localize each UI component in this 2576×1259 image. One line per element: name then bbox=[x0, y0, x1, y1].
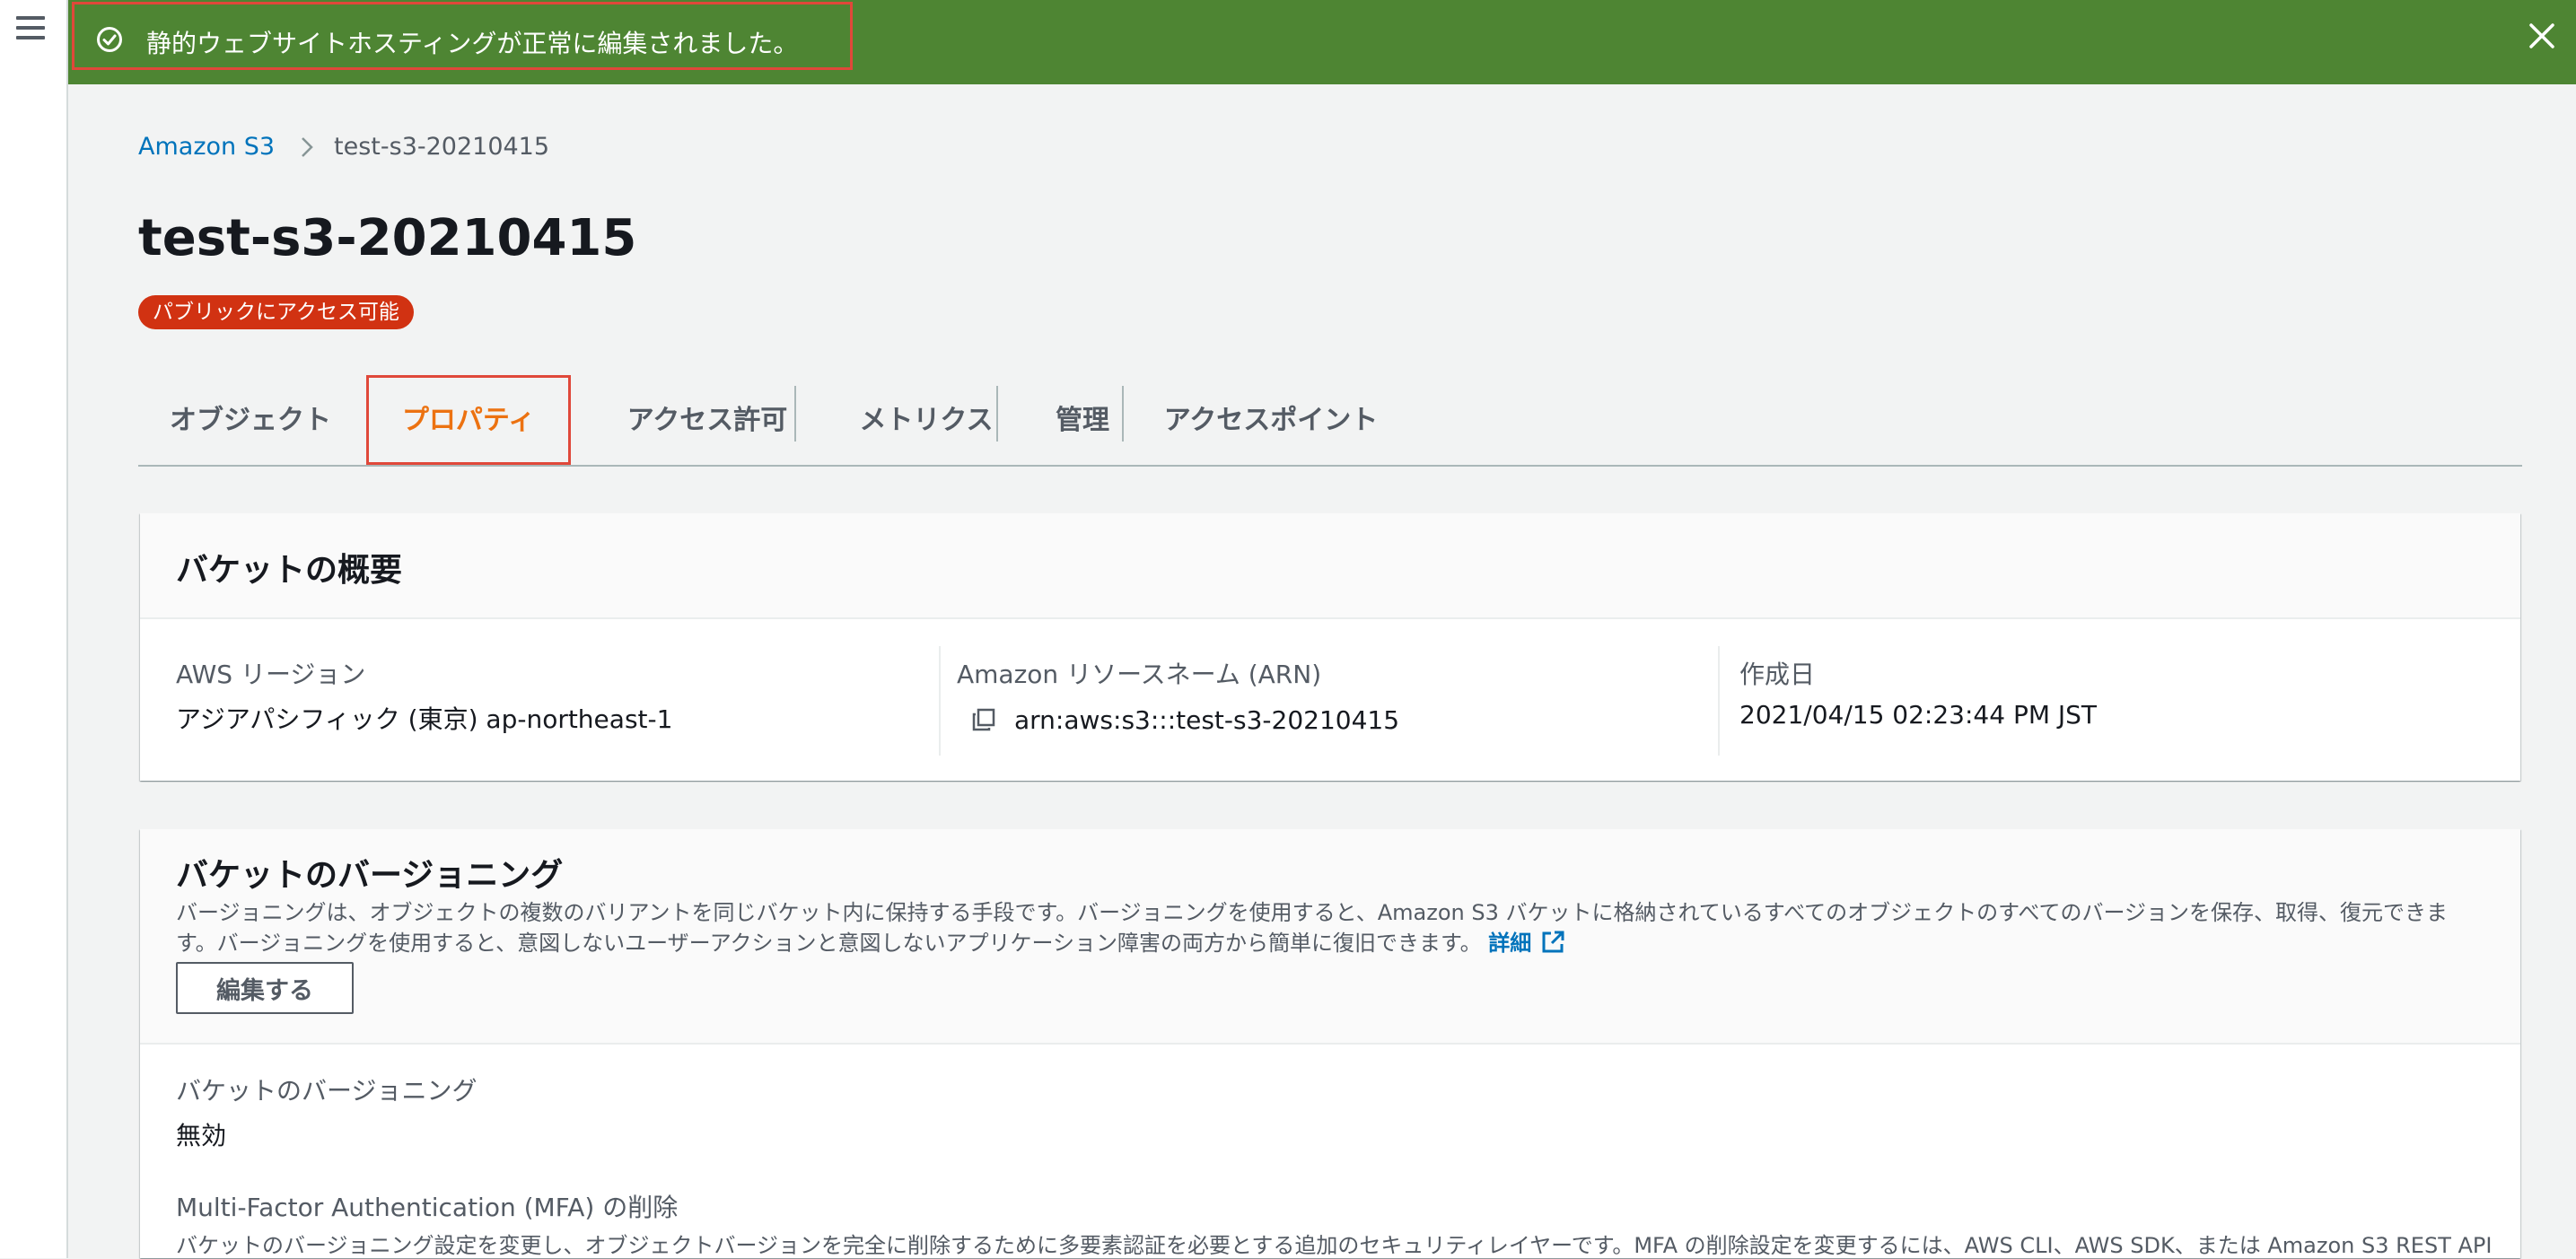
mfa-delete-description: バケットのバージョニング設定を変更し、オブジェクトバージョンを完全に削除するため… bbox=[176, 1233, 2493, 1258]
tab-management[interactable]: 管理 bbox=[1014, 370, 1151, 465]
tab-divider bbox=[1122, 386, 1124, 442]
bucket-versioning-card: バケットのバージョニング バージョニングは、オブジェクトの複数のバリアントを同じ… bbox=[140, 829, 2520, 1258]
breadcrumb-link-amazon-s3[interactable]: Amazon S3 bbox=[138, 133, 275, 161]
region-label: AWS リージョン bbox=[176, 660, 366, 689]
copy-icon[interactable] bbox=[971, 707, 996, 732]
tab-objects[interactable]: オブジェクト bbox=[156, 370, 345, 465]
bucket-versioning-title: バケットのバージョニング bbox=[176, 857, 564, 894]
breadcrumb: Amazon S3 test-s3-20210415 bbox=[138, 133, 549, 161]
versioning-status-value: 無効 bbox=[176, 1121, 227, 1150]
arn-label: Amazon リソースネーム (ARN) bbox=[957, 660, 1322, 689]
success-check-icon bbox=[97, 27, 122, 52]
menu-icon[interactable] bbox=[16, 16, 45, 43]
details-link[interactable]: 詳細 bbox=[1488, 931, 1531, 956]
edit-versioning-button[interactable]: 編集する bbox=[176, 962, 354, 1014]
created-value: 2021/04/15 02:23:44 PM JST bbox=[1739, 700, 2098, 730]
column-divider bbox=[1718, 646, 1720, 756]
bucket-versioning-header: バケットのバージョニング バージョニングは、オブジェクトの複数のバリアントを同じ… bbox=[140, 829, 2520, 1045]
created-label: 作成日 bbox=[1739, 660, 1816, 689]
versioning-description-line2: す。バージョニングを使用すると、意図しないユーザーアクションと意図しないアプリケ… bbox=[176, 931, 1482, 956]
tab-bar: オブジェクト プロパティ アクセス許可 メトリクス 管理 アクセスポイント bbox=[138, 370, 2522, 467]
flash-message-highlight: 静的ウェブサイトホスティングが正常に編集されました。 bbox=[72, 2, 853, 70]
page-title: test-s3-20210415 bbox=[138, 209, 637, 267]
mfa-delete-label: Multi-Factor Authentication (MFA) の削除 bbox=[176, 1193, 679, 1222]
side-navigation-strip bbox=[0, 0, 68, 1258]
tab-permissions[interactable]: アクセス許可 bbox=[594, 370, 820, 465]
tab-access-points[interactable]: アクセスポイント bbox=[1136, 370, 1406, 465]
versioning-status-label: バケットのバージョニング bbox=[176, 1076, 478, 1106]
tab-divider bbox=[794, 386, 796, 442]
versioning-description-line1: バージョニングは、オブジェクトの複数のバリアントを同じバケット内に保持する手段で… bbox=[176, 900, 2448, 925]
breadcrumb-current: test-s3-20210415 bbox=[334, 133, 550, 161]
close-icon[interactable] bbox=[2528, 22, 2556, 50]
tab-divider bbox=[996, 386, 998, 442]
column-divider bbox=[939, 646, 941, 756]
created-column: 作成日 2021/04/15 02:23:44 PM JST bbox=[1739, 617, 2475, 781]
flash-message: 静的ウェブサイトホスティングが正常に編集されました。 bbox=[146, 29, 799, 58]
success-flash-bar: 静的ウェブサイトホスティングが正常に編集されました。 bbox=[68, 0, 2576, 84]
arn-value-row: arn:aws:s3:::test-s3-20210415 bbox=[971, 705, 1653, 736]
arn-value: arn:aws:s3:::test-s3-20210415 bbox=[1014, 705, 1400, 735]
bucket-overview-title: バケットの概要 bbox=[176, 552, 403, 589]
external-link-icon[interactable] bbox=[1540, 930, 1565, 955]
region-column: AWS リージョン アジアパシフィック (東京) ap-northeast-1 bbox=[176, 617, 894, 781]
versioning-description: バージョニングは、オブジェクトの複数のバリアントを同じバケット内に保持する手段で… bbox=[176, 897, 2510, 958]
arn-column: Amazon リソースネーム (ARN) arn:aws:s3:::test-s… bbox=[957, 617, 1693, 781]
public-access-badge: パブリックにアクセス可能 bbox=[138, 295, 414, 329]
tab-metrics[interactable]: メトリクス bbox=[820, 370, 1032, 465]
tab-properties[interactable]: プロパティ bbox=[366, 370, 571, 465]
region-value: アジアパシフィック (東京) ap-northeast-1 bbox=[176, 704, 673, 734]
bucket-overview-header: バケットの概要 bbox=[140, 513, 2520, 619]
chevron-right-icon bbox=[302, 136, 313, 157]
bucket-overview-card: バケットの概要 AWS リージョン アジアパシフィック (東京) ap-nort… bbox=[140, 513, 2520, 781]
